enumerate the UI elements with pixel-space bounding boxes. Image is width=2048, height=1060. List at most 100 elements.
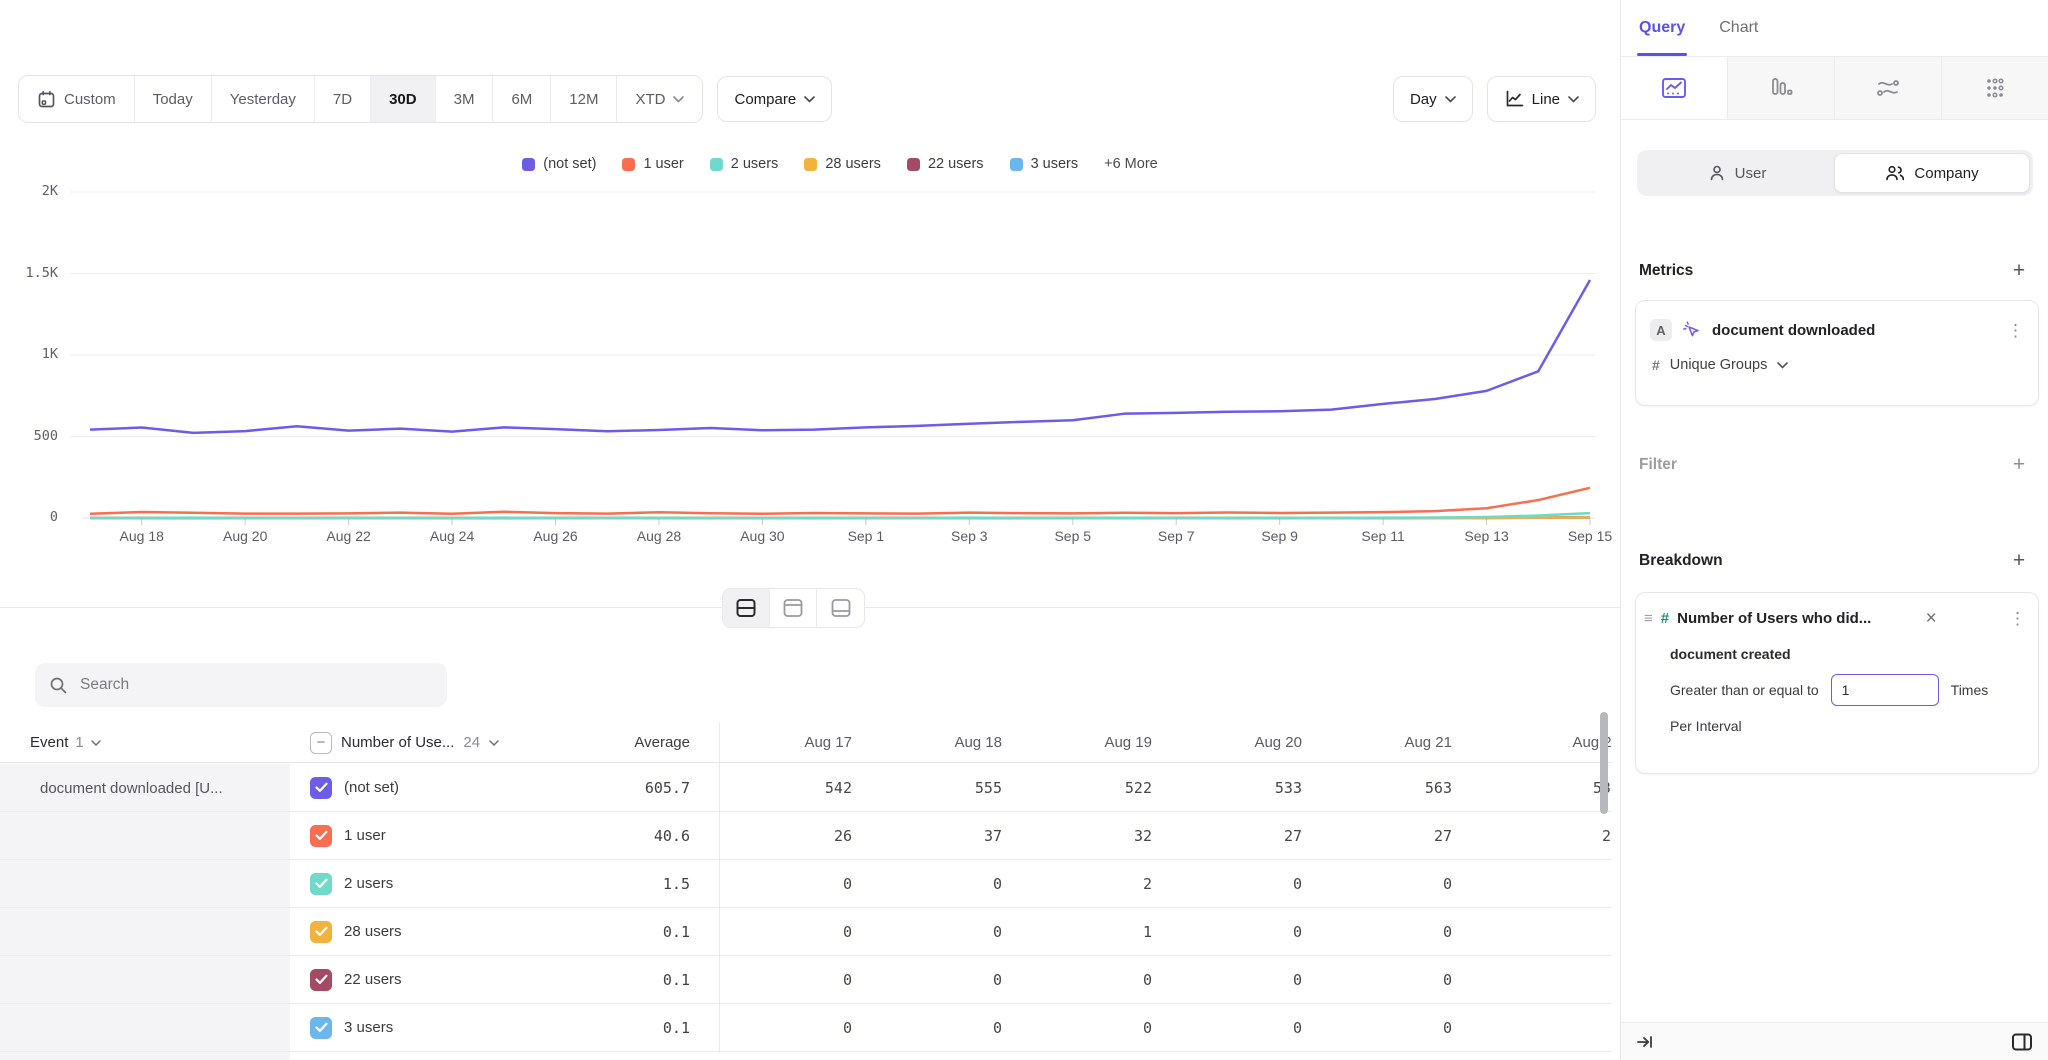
event-count: 1 xyxy=(75,734,83,751)
chart-type-flow[interactable] xyxy=(1835,57,1942,119)
value-cell: 0 xyxy=(852,923,1002,941)
date-range-7d[interactable]: 7D xyxy=(315,76,371,122)
entity-user[interactable]: User xyxy=(1640,153,1834,193)
value-cell: 32 xyxy=(1002,827,1152,845)
add-filter-button[interactable]: + xyxy=(2008,454,2030,476)
legend-item[interactable]: 28 users xyxy=(804,156,881,172)
table-row: 2 users1.5002000 xyxy=(0,860,1612,908)
date-range-yesterday[interactable]: Yesterday xyxy=(212,76,315,122)
legend-item[interactable]: 3 users xyxy=(1010,156,1079,172)
date-column-header: Aug 18 xyxy=(852,734,1002,751)
split-view-icon xyxy=(735,598,757,618)
group-column-header[interactable]: − Number of Use... 24 Average xyxy=(290,732,719,754)
value-cell: 2 xyxy=(1002,875,1152,893)
chart-type-grid-dots[interactable] xyxy=(1942,57,2048,119)
date-column-header: Aug 22 xyxy=(1452,734,1612,751)
value-cell: 0 xyxy=(1302,971,1452,989)
add-breakdown-button[interactable]: + xyxy=(2008,550,2030,572)
event-column-header[interactable]: Event 1 xyxy=(0,734,290,751)
metric-card[interactable]: A document downloaded ⋮ # Unique Groups xyxy=(1635,300,2039,406)
breakdown-hash-icon: # xyxy=(1661,610,1669,627)
vertical-scrollbar[interactable] xyxy=(1600,712,1608,814)
legend-item[interactable]: (not set) xyxy=(522,156,596,172)
date-range-12m[interactable]: 12M xyxy=(551,76,617,122)
measure-selector[interactable]: Unique Groups xyxy=(1670,357,1768,373)
series-line xyxy=(90,488,1590,514)
legend-item[interactable]: 2 users xyxy=(710,156,779,172)
average-value: 1.5 xyxy=(663,875,690,893)
series-checkbox[interactable] xyxy=(310,873,332,895)
value-cell: 0 xyxy=(719,1019,852,1037)
date-range-custom[interactable]: Custom xyxy=(19,76,135,122)
legend-item[interactable]: 22 users xyxy=(907,156,984,172)
x-axis-tick: Sep 13 xyxy=(1447,528,1527,544)
metric-kebab-menu[interactable]: ⋮ xyxy=(2007,322,2024,339)
legend-swatch xyxy=(622,158,635,171)
series-checkbox[interactable] xyxy=(310,1017,332,1039)
view-toggle-table[interactable] xyxy=(817,589,864,627)
date-column-header: Aug 19 xyxy=(1002,734,1152,751)
view-toggle-split[interactable] xyxy=(723,589,770,627)
chart-legend: (not set) 1 user 2 users 28 users 22 users 3 … xyxy=(90,156,1590,172)
breakdown-event-name[interactable]: document created xyxy=(1636,628,2038,662)
condition-value-input[interactable] xyxy=(1831,674,1939,706)
series-label: 3 users xyxy=(344,1019,393,1036)
series-line xyxy=(90,280,1590,433)
chart-type-bar-chart[interactable] xyxy=(1728,57,1835,119)
date-column-header: Aug 17 xyxy=(719,734,852,751)
value-cell: 0 xyxy=(1152,1019,1302,1037)
value-cell: 563 xyxy=(1302,779,1452,797)
measure-hash-icon: # xyxy=(1652,357,1660,373)
x-axis-tick: Aug 22 xyxy=(309,528,389,544)
view-toggle-chart[interactable] xyxy=(770,589,817,627)
split-panel-icon[interactable] xyxy=(2010,1031,2034,1053)
sidebar-bottom-bar xyxy=(1621,1022,2048,1060)
calendar-icon xyxy=(37,90,56,109)
chart-type-button[interactable]: Line xyxy=(1487,76,1596,122)
compare-button[interactable]: Compare xyxy=(717,76,832,122)
grid-dots-icon xyxy=(1982,76,2008,100)
check-icon xyxy=(315,974,328,985)
series-checkbox[interactable] xyxy=(310,825,332,847)
y-axis-tick: 1.5K xyxy=(10,265,58,281)
date-range-6m[interactable]: 6M xyxy=(493,76,551,122)
date-range-today[interactable]: Today xyxy=(135,76,212,122)
select-all-checkbox[interactable]: − xyxy=(310,732,332,754)
legend-swatch xyxy=(907,158,920,171)
legend-more-button[interactable]: +6 More xyxy=(1104,156,1158,172)
drag-handle-icon[interactable]: ≡ xyxy=(1644,611,1653,626)
tab-query[interactable]: Query xyxy=(1639,0,1685,56)
value-cell: 0 xyxy=(1002,971,1152,989)
per-interval-label[interactable]: Per Interval xyxy=(1636,706,2038,734)
chevron-down-icon xyxy=(1445,96,1456,103)
granularity-button[interactable]: Day xyxy=(1393,76,1473,122)
chevron-down-icon xyxy=(1568,96,1579,103)
y-axis-tick: 1K xyxy=(10,346,58,362)
group-header-label: Number of Use... xyxy=(341,734,454,751)
series-checkbox[interactable] xyxy=(310,969,332,991)
flow-icon xyxy=(1875,76,1901,100)
entity-company[interactable]: Company xyxy=(1834,153,2030,193)
date-range-3m[interactable]: 3M xyxy=(436,76,494,122)
close-icon[interactable]: × xyxy=(1926,609,1937,628)
breakdown-kebab-menu[interactable]: ⋮ xyxy=(2009,610,2026,627)
breakdown-card[interactable]: ≡ # Number of Users who did... × ⋮ docum… xyxy=(1635,592,2039,774)
check-icon xyxy=(315,878,328,889)
chart-type-line-chart[interactable] xyxy=(1621,57,1728,119)
series-checkbox[interactable] xyxy=(310,777,332,799)
date-range-xtd[interactable]: XTD xyxy=(617,76,702,122)
add-metric-button[interactable]: + xyxy=(2008,260,2030,282)
collapse-panel-icon[interactable] xyxy=(1635,1033,1655,1051)
autocapture-cursor-icon xyxy=(1682,320,1702,340)
series-checkbox[interactable] xyxy=(310,921,332,943)
average-header: Average xyxy=(634,734,690,751)
search-input[interactable] xyxy=(78,675,433,695)
legend-label: 1 user xyxy=(643,156,683,172)
value-cell: 1 xyxy=(1002,923,1152,941)
x-axis-tick: Aug 24 xyxy=(412,528,492,544)
value-cell: 0 xyxy=(1152,923,1302,941)
date-range-30d[interactable]: 30D xyxy=(371,76,436,122)
metric-badge: A xyxy=(1650,319,1672,341)
legend-item[interactable]: 1 user xyxy=(622,156,683,172)
tab-chart[interactable]: Chart xyxy=(1719,0,1758,56)
